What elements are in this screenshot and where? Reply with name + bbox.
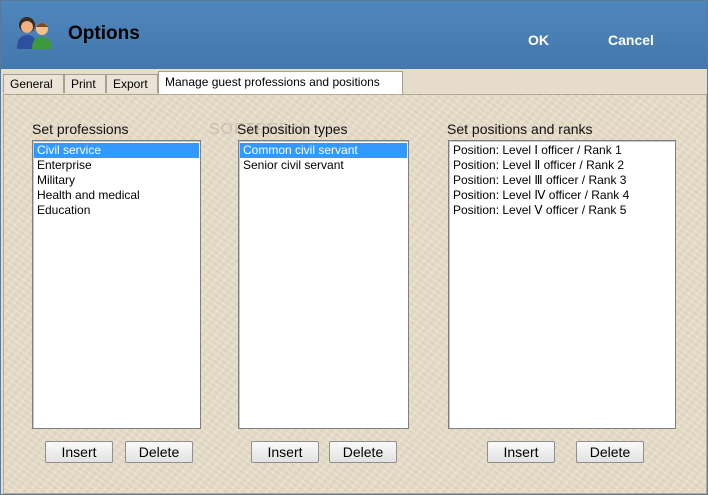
window-title: Options (68, 23, 140, 44)
options-window: Options OK Cancel General Print Export M… (0, 0, 708, 495)
position-types-insert-button[interactable]: Insert (251, 441, 319, 463)
position-item[interactable]: Position: Level Ⅰ officer / Rank 1 (450, 143, 674, 158)
profession-item[interactable]: Civil service (34, 143, 199, 158)
ok-button[interactable]: OK (528, 32, 549, 48)
position-item[interactable]: Position: Level Ⅳ officer / Rank 4 (450, 188, 674, 203)
tab-content-panel: SOFTPEDIA Set professions Civil service … (3, 94, 707, 494)
position-types-delete-button[interactable]: Delete (329, 441, 397, 463)
positions-insert-button[interactable]: Insert (487, 441, 555, 463)
position-types-label: Set position types (237, 121, 348, 137)
position-type-item[interactable]: Senior civil servant (240, 158, 407, 173)
tab-export[interactable]: Export (106, 74, 158, 93)
profession-item[interactable]: Health and medical (34, 188, 199, 203)
professions-label: Set professions (32, 121, 129, 137)
tab-print[interactable]: Print (64, 74, 106, 93)
header-bar: Options OK Cancel (1, 1, 707, 69)
cancel-button[interactable]: Cancel (608, 32, 654, 48)
positions-delete-button[interactable]: Delete (576, 441, 644, 463)
professions-listbox[interactable]: Civil service Enterprise Military Health… (32, 140, 201, 429)
position-item[interactable]: Position: Level Ⅴ officer / Rank 5 (450, 203, 674, 218)
profession-item[interactable]: Education (34, 203, 199, 218)
position-item[interactable]: Position: Level Ⅲ officer / Rank 3 (450, 173, 674, 188)
positions-label: Set positions and ranks (447, 121, 593, 137)
tab-manage-guest-professions[interactable]: Manage guest professions and positions (158, 71, 403, 94)
profession-item[interactable]: Military (34, 173, 199, 188)
position-type-item[interactable]: Common civil servant (240, 143, 407, 158)
profession-item[interactable]: Enterprise (34, 158, 199, 173)
tab-strip: General Print Export Manage guest profes… (1, 69, 707, 95)
professions-insert-button[interactable]: Insert (45, 441, 113, 463)
professions-delete-button[interactable]: Delete (125, 441, 193, 463)
users-icon (17, 17, 52, 49)
positions-listbox[interactable]: Position: Level Ⅰ officer / Rank 1 Posit… (448, 140, 676, 429)
position-item[interactable]: Position: Level Ⅱ officer / Rank 2 (450, 158, 674, 173)
tab-general[interactable]: General (3, 74, 64, 93)
position-types-listbox[interactable]: Common civil servant Senior civil servan… (238, 140, 409, 429)
